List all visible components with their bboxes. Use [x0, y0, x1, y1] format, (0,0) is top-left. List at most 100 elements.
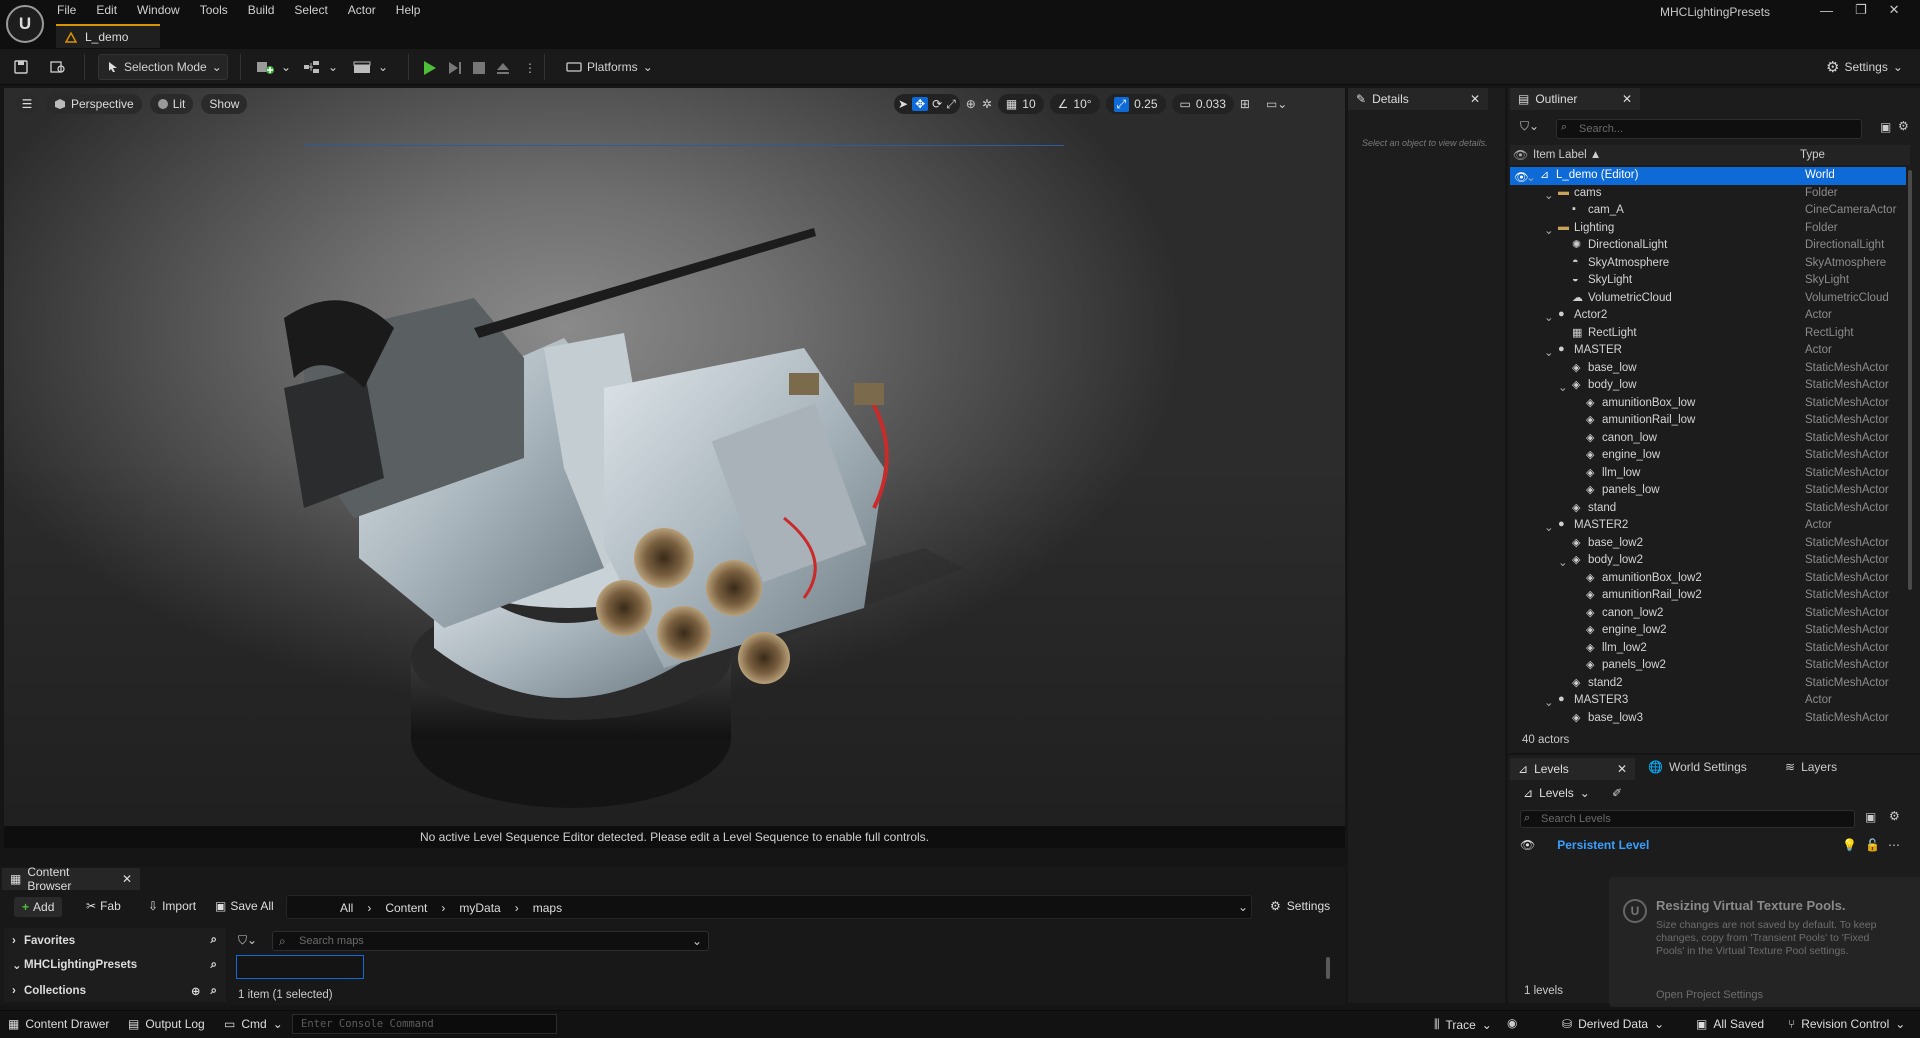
outliner-row[interactable]: ◈ panels_low2 StaticMeshActor [1510, 657, 1906, 675]
perspective-dropdown[interactable]: Perspective [46, 94, 142, 114]
edit-level-icon[interactable]: ✐ [1612, 786, 1622, 800]
unreal-logo-icon[interactable]: U [6, 5, 44, 43]
camera-speed-button[interactable]: ▭ 0.033 [1171, 94, 1234, 114]
outliner-row[interactable]: ◈ canon_low StaticMeshActor [1510, 430, 1906, 448]
levels-dropdown[interactable]: ⊿ Levels ⌄ [1523, 786, 1590, 800]
layout-icon[interactable]: ▭⌄ [1266, 97, 1287, 111]
collapse-arrow-icon[interactable]: ⌄ [1544, 345, 1556, 359]
outliner-row[interactable]: ◈ base_low2 StaticMeshActor [1510, 535, 1906, 553]
breadcrumb-maps[interactable]: maps [533, 901, 562, 915]
outliner-row[interactable]: ◈ canon_low2 StaticMeshActor [1510, 605, 1906, 623]
outliner-row[interactable]: 👁 ⌄ ⊿ L_demo (Editor) World [1510, 167, 1906, 185]
asset-search-input[interactable]: ⌕ Search maps ⌄ [272, 931, 709, 951]
cb-settings-button[interactable]: ⚙ Settings [1270, 899, 1330, 913]
item-label-column[interactable]: Item Label ▲ [1533, 149, 1601, 161]
selection-mode-dropdown[interactable]: Selection Mode ⌄ [98, 54, 228, 80]
platforms-button[interactable]: Platforms ⌄ [566, 55, 653, 79]
save-all-button[interactable]: ▣ Save All [215, 899, 274, 913]
outliner-scrollbar[interactable] [1908, 170, 1912, 590]
path-history-dropdown-icon[interactable]: ⌄ [1238, 900, 1248, 914]
menu-select[interactable]: Select [294, 3, 327, 17]
collapse-arrow-icon[interactable]: ⌄ [1544, 310, 1556, 324]
outliner-row[interactable]: ◈ base_low3 StaticMeshActor [1510, 710, 1906, 728]
save-icon[interactable] [14, 55, 28, 79]
menu-edit[interactable]: Edit [96, 3, 117, 17]
filter-icon[interactable]: ⛉⌄ [1520, 119, 1539, 134]
levels-tab[interactable]: ⊿ Levels ✕ [1510, 758, 1635, 780]
menu-build[interactable]: Build [248, 3, 275, 17]
output-log-button[interactable]: ▤ Output Log [128, 1017, 205, 1031]
outliner-row[interactable]: ◈ engine_low StaticMeshActor [1510, 447, 1906, 465]
show-dropdown[interactable]: Show [201, 94, 248, 114]
lock-icon[interactable]: 🔓 [1865, 838, 1880, 852]
visibility-column-icon[interactable]: 👁 [1513, 148, 1528, 162]
add-button[interactable]: + Add [14, 897, 63, 917]
close-window-icon[interactable]: ✕ [1889, 2, 1900, 18]
menu-help[interactable]: Help [396, 3, 421, 17]
outliner-row[interactable]: ◈ llm_low2 StaticMeshActor [1510, 640, 1906, 658]
play-button[interactable] [422, 56, 438, 80]
add-level-icon[interactable]: ▣ [1865, 810, 1876, 824]
outliner-row[interactable]: ◈ stand2 StaticMeshActor [1510, 675, 1906, 693]
type-column[interactable]: Type [1800, 149, 1825, 161]
visibility-eye-icon[interactable]: 👁 [1514, 170, 1529, 184]
maximize-viewport-icon[interactable]: ⊞ [1240, 97, 1250, 111]
translate-tool-icon[interactable]: ✥ [912, 97, 929, 111]
collections-section[interactable]: › Collections ⊕ ⌕ [12, 984, 217, 999]
levels-settings-icon[interactable]: ⚙ [1889, 809, 1900, 823]
outliner-row[interactable]: ⌄ ▬ cams Folder [1510, 185, 1906, 203]
menu-file[interactable]: File [57, 3, 76, 17]
menu-window[interactable]: Window [137, 3, 180, 17]
breadcrumb-content[interactable]: Content [385, 901, 427, 915]
fab-button[interactable]: ✂ Fab [86, 899, 121, 913]
visibility-eye-icon[interactable]: 👁 [1520, 838, 1535, 852]
asset-scrollbar[interactable] [1326, 957, 1330, 979]
outliner-row[interactable]: ◓ SkyAtmosphere SkyAtmosphere [1510, 255, 1906, 273]
outliner-row[interactable]: ⌄ ◈ body_low2 StaticMeshActor [1510, 552, 1906, 570]
record-icon[interactable]: ◉ [1507, 1016, 1517, 1030]
cinematics-icon[interactable]: ⌄ [353, 55, 388, 79]
trace-button[interactable]: ⫼ Trace ⌄ [1434, 1017, 1492, 1032]
breadcrumb-all[interactable]: All [340, 901, 353, 915]
close-tab-icon[interactable]: ✕ [1617, 762, 1627, 776]
menu-tools[interactable]: Tools [200, 3, 228, 17]
hamburger-menu-icon[interactable]: ☰ [16, 94, 38, 114]
eject-icon[interactable] [496, 56, 510, 80]
content-browser-tab[interactable]: ▦ Content Browser ✕ [2, 865, 140, 893]
layers-tab[interactable]: ≋ Layers [1785, 760, 1837, 774]
revision-control-button[interactable]: ⑂ Revision Control ⌄ [1788, 1017, 1905, 1031]
blueprint-icon[interactable]: ⌄ [303, 55, 338, 79]
all-saved-button[interactable]: ▣ All Saved [1696, 1017, 1764, 1031]
project-section[interactable]: ⌄ MHCLightingPresets ⌕ [12, 958, 217, 973]
lightbulb-icon[interactable]: 💡 [1842, 838, 1857, 852]
outliner-row[interactable]: ▪ cam_A CineCameraActor [1510, 202, 1906, 220]
scale-tool-icon[interactable]: ⤢ [946, 97, 956, 112]
outliner-row[interactable]: ◈ amunitionBox_low StaticMeshActor [1510, 395, 1906, 413]
chevron-down-icon[interactable]: ⌄ [692, 934, 702, 948]
search-icon[interactable]: ⌕ [211, 934, 217, 947]
levels-search-input[interactable]: Search Levels [1520, 810, 1855, 828]
persistent-level-row[interactable]: 👁 Persistent Level 💡 🔓 ⋯ [1520, 836, 1900, 854]
outliner-row[interactable]: ◈ llm_low StaticMeshActor [1510, 465, 1906, 483]
maximize-icon[interactable]: ❐ [1855, 2, 1867, 18]
step-icon[interactable] [447, 56, 463, 80]
outliner-row[interactable]: ◈ engine_low2 StaticMeshActor [1510, 622, 1906, 640]
outliner-row[interactable]: ◈ base_low StaticMeshActor [1510, 360, 1906, 378]
outliner-row[interactable]: ◈ panels_low StaticMeshActor [1510, 482, 1906, 500]
collapse-arrow-icon[interactable]: ⌄ [1558, 555, 1570, 569]
outliner-row[interactable]: ◈ amunitionRail_low StaticMeshActor [1510, 412, 1906, 430]
content-drawer-button[interactable]: ▦ Content Drawer [8, 1017, 109, 1031]
world-local-icon[interactable]: ⊕ [966, 97, 976, 111]
collapse-arrow-icon[interactable]: ⌄ [1544, 223, 1556, 237]
outliner-row[interactable]: ✺ DirectionalLight DirectionalLight [1510, 237, 1906, 255]
stop-icon[interactable] [472, 56, 486, 80]
outliner-row[interactable]: ◈ stand StaticMeshActor [1510, 500, 1906, 518]
new-folder-icon[interactable]: ▣ [1880, 120, 1891, 134]
collapse-arrow-icon[interactable]: ⌄ [1558, 380, 1570, 394]
rotate-tool-icon[interactable]: ⟳ [932, 97, 942, 111]
import-button[interactable]: ⇩ Import [148, 899, 196, 913]
level-viewport[interactable]: ☰ Perspective Lit Show ➤ ✥ ⟳ ⤢ ⊕ ✲ ▦ 10 … [4, 88, 1345, 848]
lit-mode-dropdown[interactable]: Lit [149, 94, 194, 114]
close-tab-icon[interactable]: ✕ [1470, 92, 1480, 106]
cmd-dropdown[interactable]: ▭ Cmd ⌄ [224, 1017, 283, 1031]
